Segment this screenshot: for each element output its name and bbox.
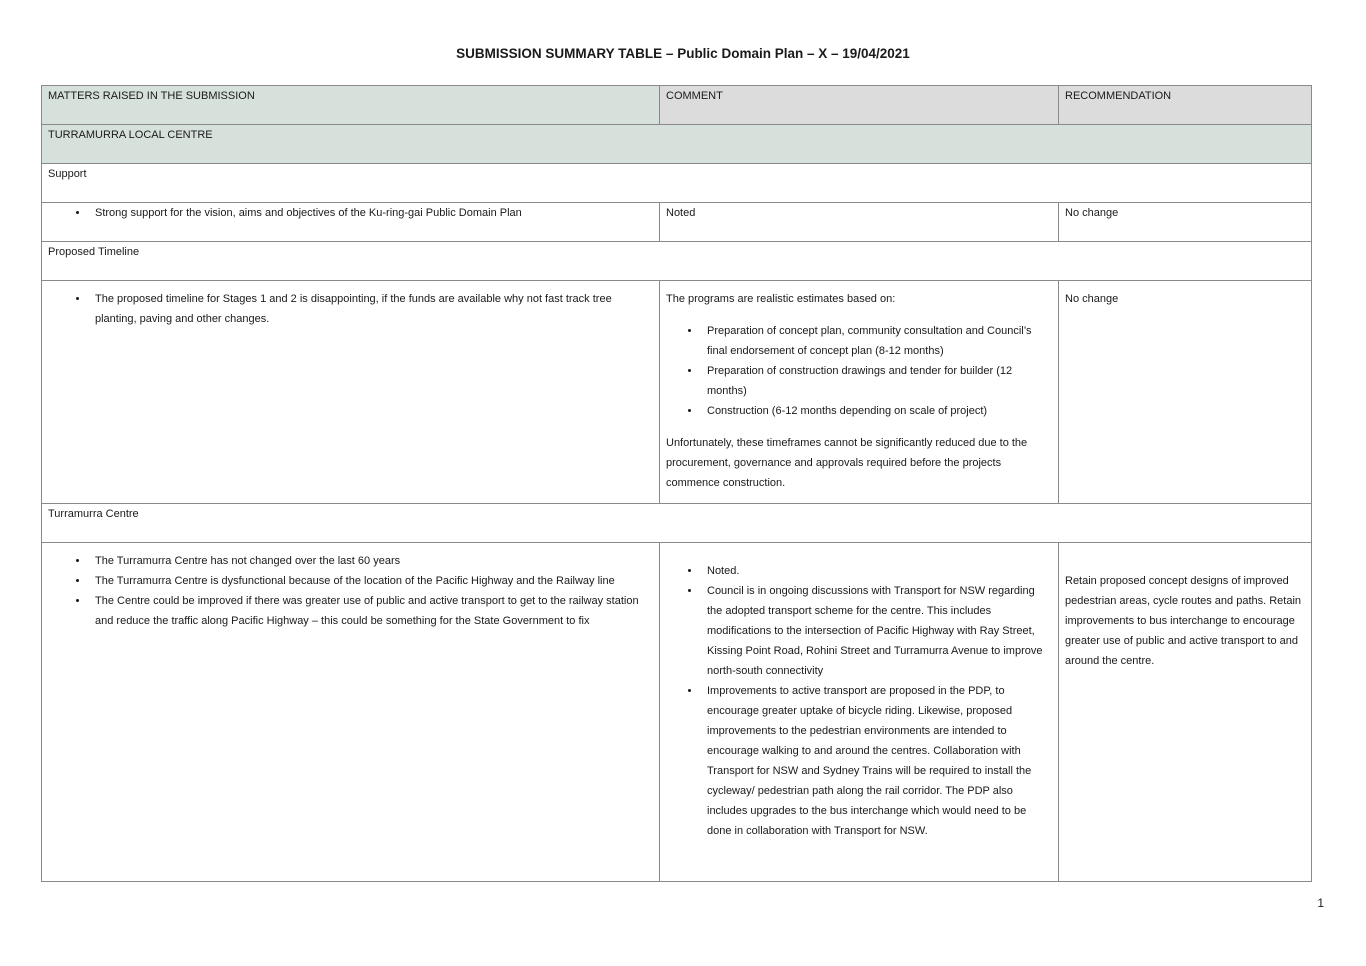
table-row: Strong support for the vision, aims and … [41,202,1312,242]
header-recommendation: RECOMMENDATION [1058,85,1312,125]
matters-cell: The proposed timeline for Stages 1 and 2… [41,280,660,504]
header-comment: COMMENT [659,85,1059,125]
matters-cell: Strong support for the vision, aims and … [41,202,660,242]
table-row: The Turramurra Centre has not changed ov… [41,542,1312,882]
section-heading-timeline: Proposed Timeline [41,241,1312,281]
list-item: The proposed timeline for Stages 1 and 2… [89,289,653,329]
list-item: Construction (6-12 months depending on s… [701,401,1052,421]
list-item: The Centre could be improved if there wa… [89,591,653,631]
list-item: Preparation of concept plan, community c… [701,321,1052,361]
list-item: The Turramurra Centre is dysfunctional b… [89,571,653,591]
comment-intro: The programs are realistic estimates bas… [666,293,896,305]
list-item: The Turramurra Centre has not changed ov… [89,551,653,571]
matters-list: The proposed timeline for Stages 1 and 2… [48,289,653,329]
comment-cell: Noted [659,202,1059,242]
list-item: Strong support for the vision, aims and … [89,203,653,223]
comment-outro: Unfortunately, these timeframes cannot b… [666,437,1028,489]
centre-row: TURRAMURRA LOCAL CENTRE [41,124,1312,164]
recommendation-cell: No change [1058,280,1312,504]
section-heading-row: Proposed Timeline [41,241,1312,281]
list-item: Improvements to active transport are pro… [701,681,1052,841]
matters-cell: The Turramurra Centre has not changed ov… [41,542,660,882]
comment-list: Noted. Council is in ongoing discussions… [666,561,1052,841]
table-row: The proposed timeline for Stages 1 and 2… [41,280,1312,504]
recommendation-cell: Retain proposed concept designs of impro… [1058,542,1312,882]
list-item: Preparation of construction drawings and… [701,361,1052,401]
page-number: 1 [1317,896,1324,910]
section-heading-centre: Turramurra Centre [41,503,1312,543]
submission-summary-table: MATTERS RAISED IN THE SUBMISSION COMMENT… [41,85,1312,882]
table-header-row: MATTERS RAISED IN THE SUBMISSION COMMENT… [41,85,1312,125]
recommendation-cell: No change [1058,202,1312,242]
comment-cell: Noted. Council is in ongoing discussions… [659,542,1059,882]
comment-cell: The programs are realistic estimates bas… [659,280,1059,504]
matters-list: Strong support for the vision, aims and … [48,203,653,223]
list-item: Noted. [701,561,1052,581]
document-title: SUBMISSION SUMMARY TABLE – Public Domain… [456,46,910,61]
section-heading-support: Support [41,163,1312,203]
comment-list: Preparation of concept plan, community c… [666,321,1052,421]
section-heading-row: Turramurra Centre [41,503,1312,543]
centre-heading: TURRAMURRA LOCAL CENTRE [41,124,1312,164]
list-item: Council is in ongoing discussions with T… [701,581,1052,681]
matters-list: The Turramurra Centre has not changed ov… [48,551,653,631]
section-heading-row: Support [41,163,1312,203]
header-matters: MATTERS RAISED IN THE SUBMISSION [41,85,660,125]
